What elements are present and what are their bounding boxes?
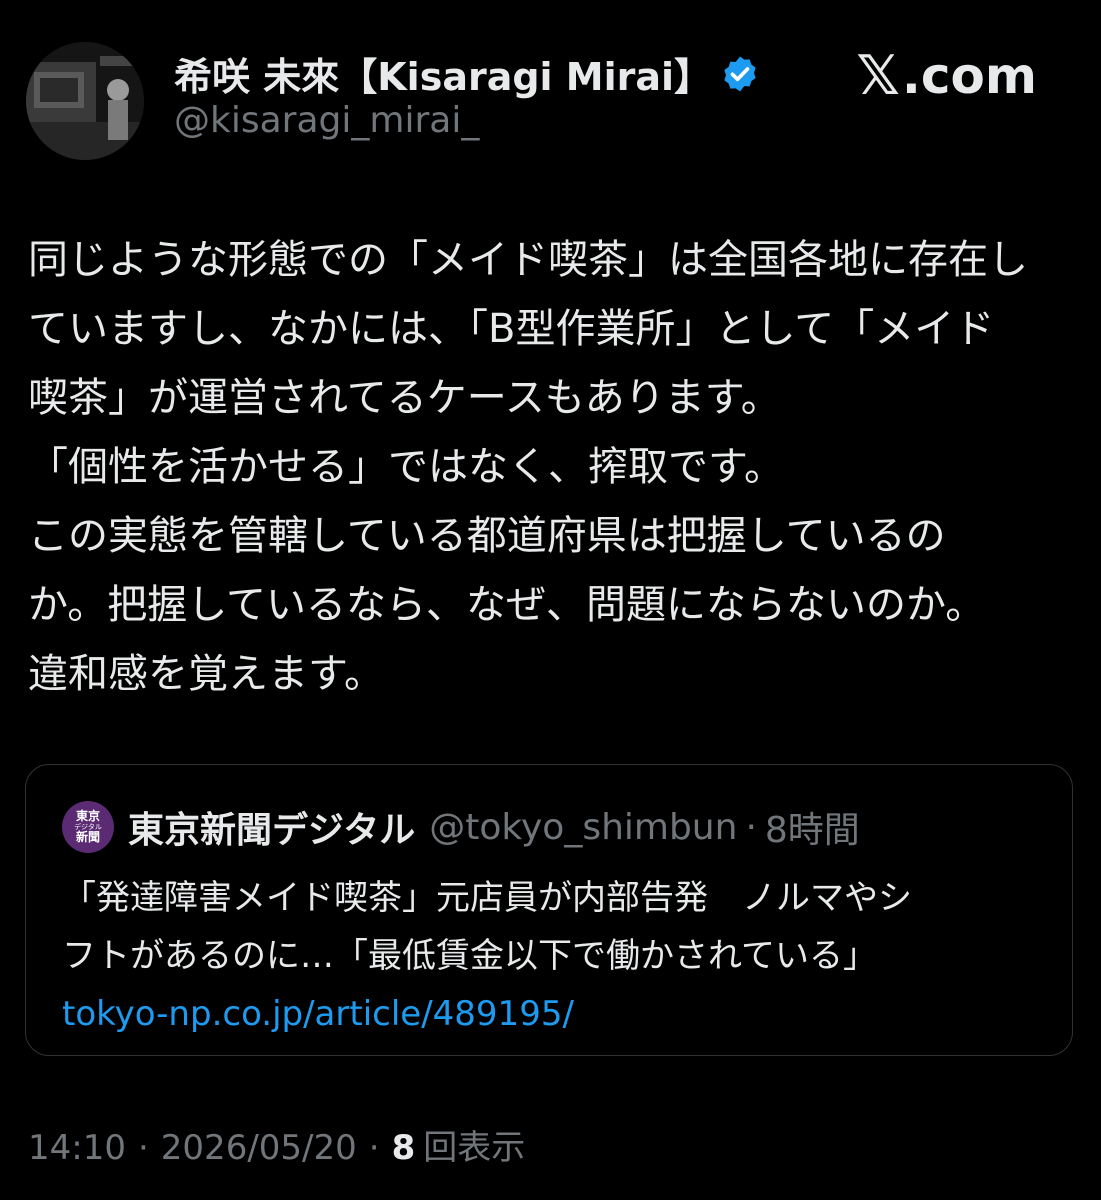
tweet-date[interactable]: 2026/05/20 bbox=[161, 1128, 357, 1168]
tweet-line: 喫茶」が運営されてるケースもあります。 bbox=[28, 375, 781, 421]
avatar-photo bbox=[26, 42, 144, 160]
tweet-text: 同じような形態での「メイド喫茶」は全国各地に存在し ていますし、なかには、「B型… bbox=[28, 226, 1078, 709]
verified-badge-icon[interactable] bbox=[720, 54, 760, 94]
quoted-article-link[interactable]: tokyo-np.co.jp/article/489195/ bbox=[62, 985, 1052, 1043]
tweet-line: か。把握しているなら、なぜ、問題にならないのか。 bbox=[28, 582, 986, 628]
quoted-author-handle[interactable]: @tokyo_shimbun bbox=[429, 807, 737, 848]
author-display-name[interactable]: 希咲 未來【Kisaragi Mirai】 bbox=[174, 46, 712, 101]
separator-dot: · bbox=[745, 806, 757, 848]
separator-dot: · bbox=[368, 1128, 380, 1168]
tweet-time[interactable]: 14:10 bbox=[28, 1128, 126, 1168]
tweet-line: ていますし、なかには、「B型作業所」として「メイド bbox=[28, 306, 995, 352]
author-display-name-row[interactable]: 希咲 未來【Kisaragi Mirai】 bbox=[174, 46, 760, 101]
views-count: 8 bbox=[391, 1128, 416, 1168]
quoted-author-name[interactable]: 東京新聞デジタル bbox=[128, 801, 415, 853]
quoted-text-line: フトがあるのに…「最低賃金以下で働かされている」 bbox=[62, 936, 877, 976]
quoted-tweet-header: 東京 デジタル 新聞 東京新聞デジタル @tokyo_shimbun · 8時間 bbox=[62, 801, 860, 853]
avatar-logo-text-top: 東京 bbox=[75, 809, 100, 823]
x-logo-icon: 𝕏 bbox=[856, 44, 900, 107]
tweet-line: 「個性を活かせる」ではなく、搾取です。 bbox=[28, 444, 784, 490]
x-logo-text: .com bbox=[901, 46, 1037, 105]
views-label: 回表示 bbox=[423, 1128, 526, 1168]
author-handle[interactable]: @kisaragi_mirai_ bbox=[174, 100, 479, 141]
tweet-line: 同じような形態での「メイド喫茶」は全国各地に存在し bbox=[28, 237, 1028, 283]
quoted-text-line: 「発達障害メイド喫茶」元店員が内部告発 ノルマやシ bbox=[62, 878, 912, 918]
quoted-author-avatar[interactable]: 東京 デジタル 新聞 bbox=[62, 801, 114, 853]
separator-dot: · bbox=[137, 1128, 149, 1168]
quoted-timestamp[interactable]: 8時間 bbox=[765, 801, 860, 853]
tweet-line: 違和感を覚えます。 bbox=[28, 651, 384, 697]
tweet-meta: 14:10 · 2026/05/20 · 8 回表示 bbox=[28, 1120, 525, 1169]
avatar-logo-text-bottom: 新聞 bbox=[75, 830, 100, 844]
quoted-tweet-card[interactable]: 東京 デジタル 新聞 東京新聞デジタル @tokyo_shimbun · 8時間… bbox=[25, 764, 1073, 1056]
quoted-tweet-text: 「発達障害メイド喫茶」元店員が内部告発 ノルマやシ フトがあるのに…「最低賃金以… bbox=[62, 869, 1052, 1043]
tweet-line: この実態を管轄している都道府県は把握しているの bbox=[28, 513, 946, 559]
author-avatar[interactable] bbox=[26, 42, 144, 160]
x-logo: 𝕏 .com bbox=[856, 44, 1037, 107]
